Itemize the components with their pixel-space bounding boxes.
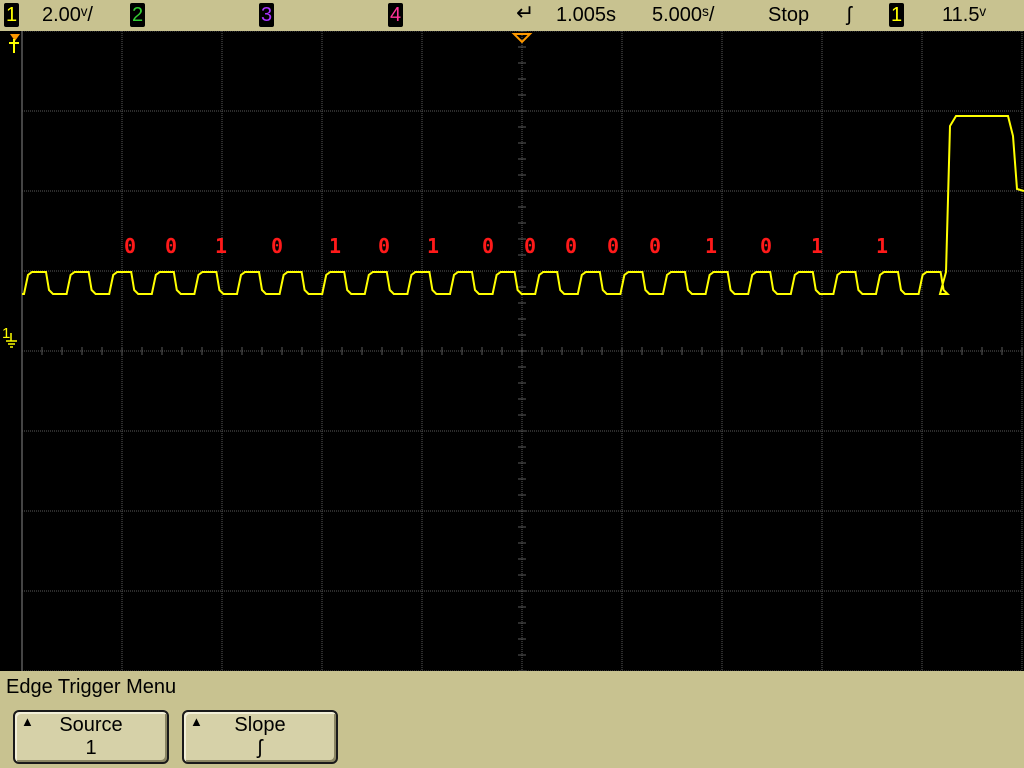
decoded-bit: 1 bbox=[704, 234, 718, 258]
decoded-bit: 0 bbox=[564, 234, 578, 258]
slope-label: Slope bbox=[234, 714, 286, 736]
channel-1-scale[interactable]: 2.00ᵛ/ bbox=[42, 2, 93, 28]
waveform-svg: 1 bbox=[2, 31, 1024, 671]
decoded-bit: 0 bbox=[606, 234, 620, 258]
decoded-bit: 1 bbox=[328, 234, 342, 258]
decoded-bit: 1 bbox=[810, 234, 824, 258]
decoded-bit: 0 bbox=[523, 234, 537, 258]
channel-2-indicator[interactable]: 2 bbox=[130, 3, 145, 27]
decoded-bit: 1 bbox=[426, 234, 440, 258]
trigger-position-icon: ↵ bbox=[516, 0, 535, 25]
trigger-level[interactable]: 11.5ᵛ bbox=[942, 2, 986, 28]
menu-title: Edge Trigger Menu bbox=[6, 676, 177, 698]
time-scale[interactable]: 5.000ˢ/ bbox=[652, 2, 714, 28]
channel-3-indicator[interactable]: 3 bbox=[259, 3, 274, 27]
decoded-bit: 0 bbox=[164, 234, 178, 258]
ground-marker-icon: 1 bbox=[2, 325, 17, 348]
decoded-bit: 0 bbox=[759, 234, 773, 258]
decoded-bit: 1 bbox=[214, 234, 228, 258]
decoded-bit: 0 bbox=[123, 234, 137, 258]
source-label: Source bbox=[59, 714, 123, 736]
slope-softkey[interactable]: ▲ Slope ʃ bbox=[182, 710, 338, 764]
decoded-bit: 1 bbox=[875, 234, 889, 258]
trigger-slope-icon: ʃ bbox=[847, 4, 852, 26]
source-softkey[interactable]: ▲ Source 1 bbox=[13, 710, 169, 764]
source-value: 1 bbox=[85, 737, 97, 759]
softkey-menu: Edge Trigger Menu ▲ Source 1 ▲ Slope ʃ bbox=[0, 671, 1024, 768]
trigger-source-indicator[interactable]: 1 bbox=[889, 3, 904, 27]
decoded-bit: 0 bbox=[377, 234, 391, 258]
graticule bbox=[21, 31, 1023, 671]
time-delay[interactable]: 1.005s bbox=[556, 2, 616, 28]
decoded-bit: 0 bbox=[648, 234, 662, 258]
waveform-display: 1 0 0 1 0 1 0 1 0 0 0 0 0 1 0 1 1 bbox=[0, 31, 1024, 671]
decoded-bit: 0 bbox=[481, 234, 495, 258]
status-bar: 1 2.00ᵛ/ 2 3 4 ↵ 1.005s 5.000ˢ/ Stop ʃ 1… bbox=[0, 0, 1024, 31]
run-state[interactable]: Stop bbox=[768, 2, 809, 28]
channel-4-indicator[interactable]: 4 bbox=[388, 3, 403, 27]
decoded-bit: 0 bbox=[270, 234, 284, 258]
ground-marker-label: 1 bbox=[2, 325, 10, 342]
channel-1-indicator[interactable]: 1 bbox=[4, 3, 19, 27]
slope-value: ʃ bbox=[257, 737, 263, 759]
